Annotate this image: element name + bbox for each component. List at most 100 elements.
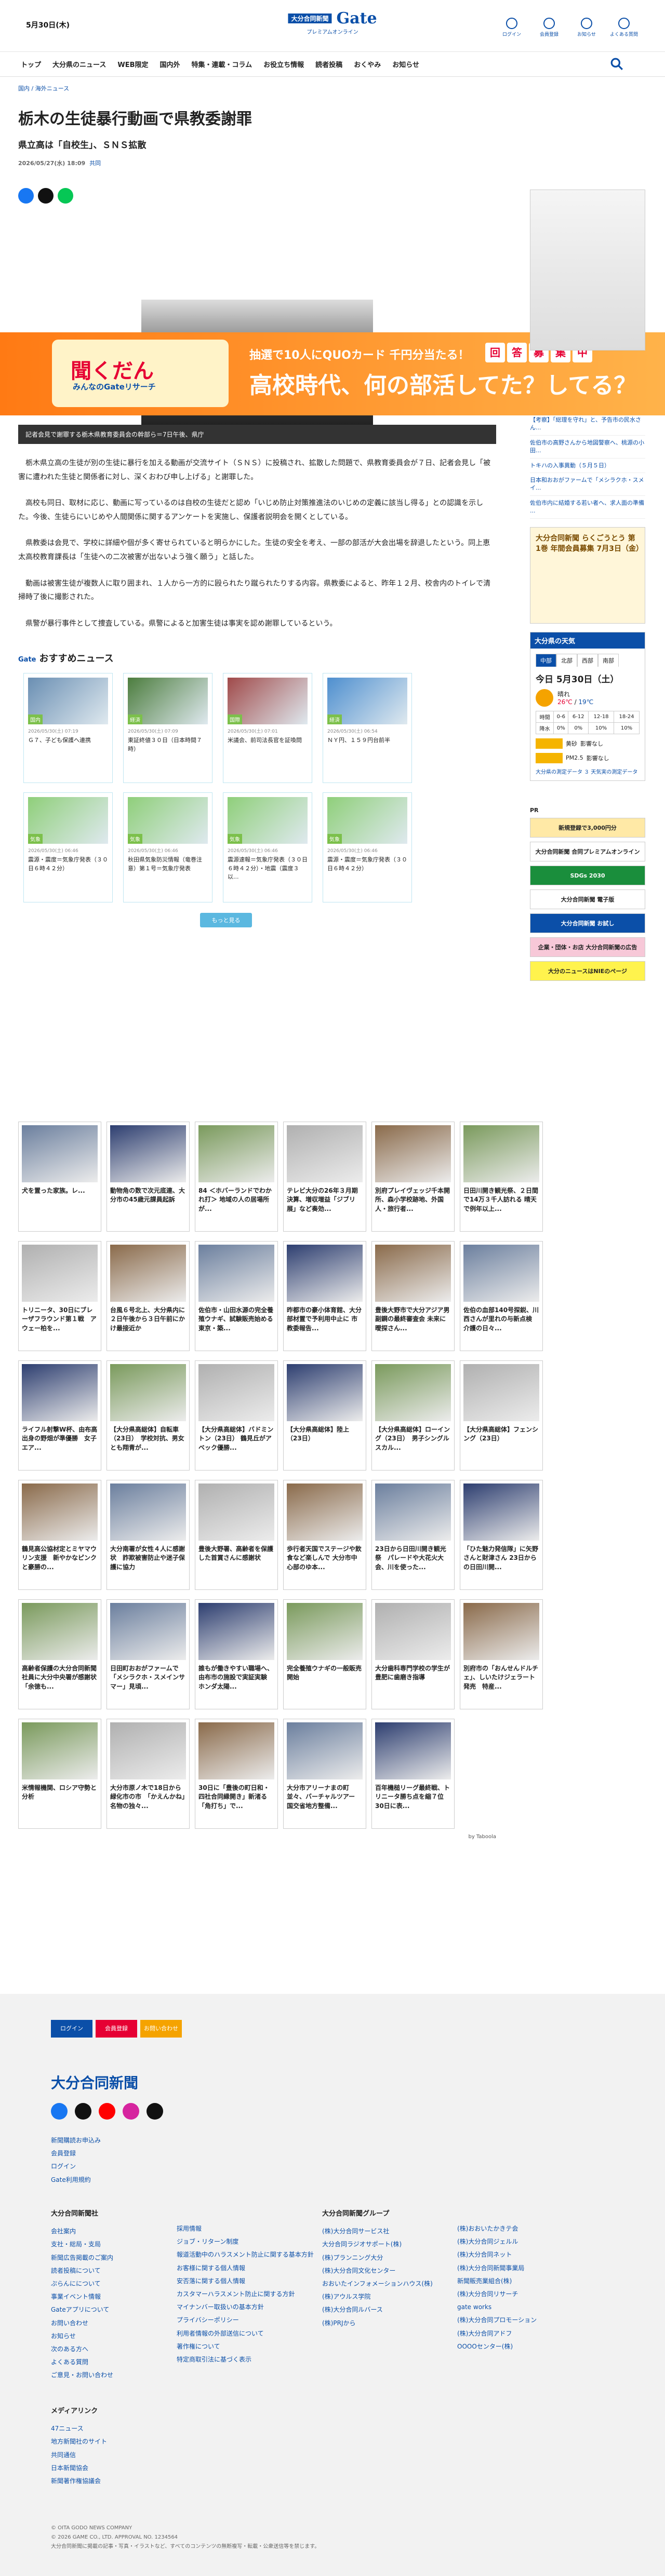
recommended-article[interactable]: 大分歯科専門学校の学生が豊肥に歯磨き指導	[371, 1599, 455, 1709]
recommended-article[interactable]: 完全養殖ウナギの一般販売開始	[283, 1599, 366, 1709]
instagram-icon[interactable]	[123, 2103, 139, 2120]
col3-link[interactable]: (株)アウルス学院	[322, 2290, 433, 2303]
links1-link[interactable]: 新聞購読お申込み	[51, 2134, 101, 2147]
recommended-article[interactable]: 30日に「豊後の町日和・四社合同縁開き」新渚る「角打ち」で...	[195, 1719, 278, 1829]
col4-link[interactable]: (株)大分合同リサーチ	[457, 2288, 537, 2301]
col2-link[interactable]: マイナンバー取扱いの基本方針	[177, 2301, 314, 2314]
nav-item-useful[interactable]: お役立ち情報	[263, 59, 304, 69]
col5-link[interactable]: 共同通信	[51, 2449, 107, 2462]
col4-link[interactable]: 新聞販売業組合(株)	[457, 2275, 537, 2288]
line-icon[interactable]	[58, 188, 73, 204]
ranking-item[interactable]: トキハの入事異動（５月５日）	[530, 458, 645, 473]
news-card[interactable]: 経済 2026/05/30(土) 07:09 東証終値３０日（日本時間７時）	[123, 673, 212, 784]
col2-link[interactable]: プライバシーポリシー	[177, 2314, 314, 2327]
pr-banner[interactable]: 大分合同新聞 お試し	[530, 913, 645, 933]
ranking-item[interactable]: 日本和おおがファームで「メシラクホ・スメイ...	[530, 473, 645, 496]
pr-banner[interactable]: 新規登録で3,000円分	[530, 817, 645, 838]
col1-link[interactable]: お問い合わせ	[51, 2317, 113, 2330]
recommended-article[interactable]: 大分南署が女性４人に感謝状 詐欺被害防止や迷子保護に協力	[107, 1480, 190, 1590]
register-link[interactable]: 会員登録	[534, 18, 564, 37]
recommended-article[interactable]: 【大分県高総体】バドミントン（23日） 鶴見丘がアベック優勝...	[195, 1360, 278, 1471]
news-card[interactable]: 気象 2026/05/30(土) 06:46 震源・震度＝気象庁発表（３０日６時４２…	[323, 792, 412, 903]
recommended-article[interactable]: 昨都市の豪小体育館、大分部材置で予利用中止に 市教委報告...	[283, 1241, 366, 1351]
col3-link[interactable]: (株)PRJから	[322, 2317, 433, 2330]
facebook-icon[interactable]	[51, 2103, 68, 2120]
recommended-article[interactable]: 「ひた魅力発信隊」に矢野さんと財津さん 23日からの日田川開...	[460, 1480, 543, 1590]
ranking-item[interactable]: 佐伯市の高野さんから地図警察へ、桃源の小田...	[530, 436, 645, 458]
recommended-article[interactable]: トリニータ、30日にブレーザフラウンド第１戦 アウェー柏を...	[18, 1241, 101, 1351]
col5-link[interactable]: 日本新聞協会	[51, 2462, 107, 2475]
tab-west[interactable]: 西部	[577, 653, 598, 667]
recommended-article[interactable]: 百年機槌リーグ最終戦、トリニータ勝ち点を縮７位 30日に表...	[371, 1719, 455, 1829]
col2-link[interactable]: 特定商取引法に基づく表示	[177, 2353, 314, 2366]
x-icon[interactable]	[75, 2103, 91, 2120]
col1-link[interactable]: ご意見・お問い合わせ	[51, 2369, 113, 2382]
more-button[interactable]: もっと見る	[200, 913, 252, 928]
recommended-article[interactable]: 鶴見高公協材定とミヤマウリン支援 新やかなピンクと豪勝の...	[18, 1480, 101, 1590]
recommended-article[interactable]: ライフル射撃W杯、由布高出身の野畑が準優勝 女子エア...	[18, 1360, 101, 1471]
nav-item-notice[interactable]: お知らせ	[392, 59, 419, 69]
col1-link[interactable]: ぷらんにについて	[51, 2277, 113, 2290]
recommended-article[interactable]: 豊後大野市で大分アジア男副鋼の最終審査会 未来に曖探さん...	[371, 1241, 455, 1351]
col1-link[interactable]: 支社・総局・支局	[51, 2238, 113, 2251]
nav-item-top[interactable]: トップ	[21, 59, 41, 69]
nav-item-obituary[interactable]: おくやみ	[354, 59, 381, 69]
col3-link[interactable]: (株)大分合同ルバース	[322, 2303, 433, 2316]
col1-link[interactable]: 新聞広告掲載のご案内	[51, 2251, 113, 2264]
col2-link[interactable]: カスタマーハラスメント防止に関する方針	[177, 2288, 314, 2301]
col1-link[interactable]: お知らせ	[51, 2330, 113, 2343]
ranking-item[interactable]: 【考察】「総理を守れ」と、予告市の民水さん...	[530, 413, 645, 436]
col1-link[interactable]: 次のある方へ	[51, 2343, 113, 2356]
col3-link[interactable]: (株)大分合同文化センター	[322, 2264, 433, 2277]
x-icon[interactable]	[38, 188, 54, 204]
news-card[interactable]: 気象 2026/05/30(土) 06:46 秋田県気象防災情報（竜巻注意）第１号＝…	[123, 792, 212, 903]
col2-link[interactable]: 利用者情報の外部送信について	[177, 2327, 314, 2340]
news-card[interactable]: 国際 2026/05/30(土) 07:01 米議会、前司法長官を証喚問	[223, 673, 312, 784]
recommended-article[interactable]: 動物角の数で次元底連、大分市の45歳元課員起訴	[107, 1122, 190, 1232]
recommended-article[interactable]: 日田町おおがファームで「メシラクホ・スメインサマー」見頃...	[107, 1599, 190, 1709]
recommended-article[interactable]: 【大分県高総体】陸上（23日）	[283, 1360, 366, 1471]
pr-banner[interactable]: 企業・団体・お店 大分合同新聞の広告	[530, 937, 645, 957]
recommended-article[interactable]: 歩行者天国でステージや飲食など楽しんで 大分市中心部のゆ本...	[283, 1480, 366, 1590]
col5-link[interactable]: 新聞著作権協議会	[51, 2475, 107, 2488]
ranking-item[interactable]: 佐伯市内に結婚する若い者へ、求人面の準備 ...	[530, 496, 645, 519]
site-logo[interactable]: 大分合同新聞 Gate プレミアムオンライン	[288, 9, 377, 35]
recommended-article[interactable]: 犬を置った家族。レ...	[18, 1122, 101, 1232]
nav-item-oita[interactable]: 大分県のニュース	[52, 59, 106, 69]
pr-banner[interactable]: SDGs 2030	[530, 865, 645, 885]
footer-register-button[interactable]: 会員登録	[96, 2020, 137, 2038]
col5-link[interactable]: 地方新聞社のサイト	[51, 2435, 107, 2448]
footer-logo[interactable]: 大分合同新聞	[51, 2072, 138, 2093]
recommended-article[interactable]: 大分市アリーナまの町並々、バーチャルツアー 国交省地方整備...	[283, 1719, 366, 1829]
news-card[interactable]: 気象 2026/05/30(土) 06:46 震源速報＝気象庁発表（３０日６時４２分…	[223, 792, 312, 903]
recommended-article[interactable]: 別府プレイヴェッジ千本開所、森小学校跡地、外国人・旅行者...	[371, 1122, 455, 1232]
recommended-article[interactable]: 【大分県高総体】フェンシング（23日）	[460, 1360, 543, 1471]
col4-link[interactable]: (株)大分合同ネット	[457, 2248, 537, 2261]
youtube-icon[interactable]	[99, 2103, 115, 2120]
col1-link[interactable]: 事業イベント情報	[51, 2290, 113, 2303]
tiktok-icon[interactable]	[147, 2103, 163, 2120]
recommended-article[interactable]: 【大分県高総体】自転車（23日） 学校対抗、男女とも翔青が...	[107, 1360, 190, 1471]
col4-link[interactable]: gate works	[457, 2301, 537, 2314]
tab-south[interactable]: 南部	[598, 653, 619, 667]
col1-link[interactable]: 会社案内	[51, 2225, 113, 2238]
recommended-article[interactable]: 台風６号北上、大分県内に２日午後から３日午前にかけ最接近か	[107, 1241, 190, 1351]
pr-banner[interactable]: 大分合同新聞 合同プレミアムオンライン	[530, 841, 645, 861]
nav-item-feature[interactable]: 特集・連載・コラム	[192, 59, 252, 69]
tab-central[interactable]: 中部	[536, 653, 556, 667]
nav-item-web[interactable]: WEB限定	[117, 59, 148, 69]
col3-link[interactable]: おおいたインフォメーションハウス(株)	[322, 2277, 433, 2290]
col2-link[interactable]: 安否落に関する個人情報	[177, 2275, 314, 2288]
col3-link[interactable]: 大分合同ラジオサポート(株)	[322, 2238, 433, 2251]
recommended-article[interactable]: 大分市原ノ木で18日から緑化市の市 「かえんかね」名物の独々...	[107, 1719, 190, 1829]
col2-link[interactable]: 採用情報	[177, 2222, 314, 2235]
recommended-article[interactable]: 豊後大野署、高齢者を保護した首賞さんに感謝状	[195, 1480, 278, 1590]
col3-link[interactable]: (株)大分合同サービス社	[322, 2225, 433, 2238]
breadcrumb[interactable]: 国内 / 海外ニュース	[0, 77, 665, 92]
col4-link[interactable]: OOOOセンター(株)	[457, 2340, 537, 2353]
col1-link[interactable]: よくある質問	[51, 2356, 113, 2369]
col1-link[interactable]: Gateアプリについて	[51, 2303, 113, 2316]
recommended-article[interactable]: 【大分県高総体】ローイング（23日） 男子シングルスカル...	[371, 1360, 455, 1471]
recommended-article[interactable]: 84 ＜ホバーランドでわかれ打＞ 地域の人の居場所が...	[195, 1122, 278, 1232]
recommended-article[interactable]: 高齢者保護の大分合同新聞社員に大分中央署が感謝状 「余徳も...	[18, 1599, 103, 1709]
